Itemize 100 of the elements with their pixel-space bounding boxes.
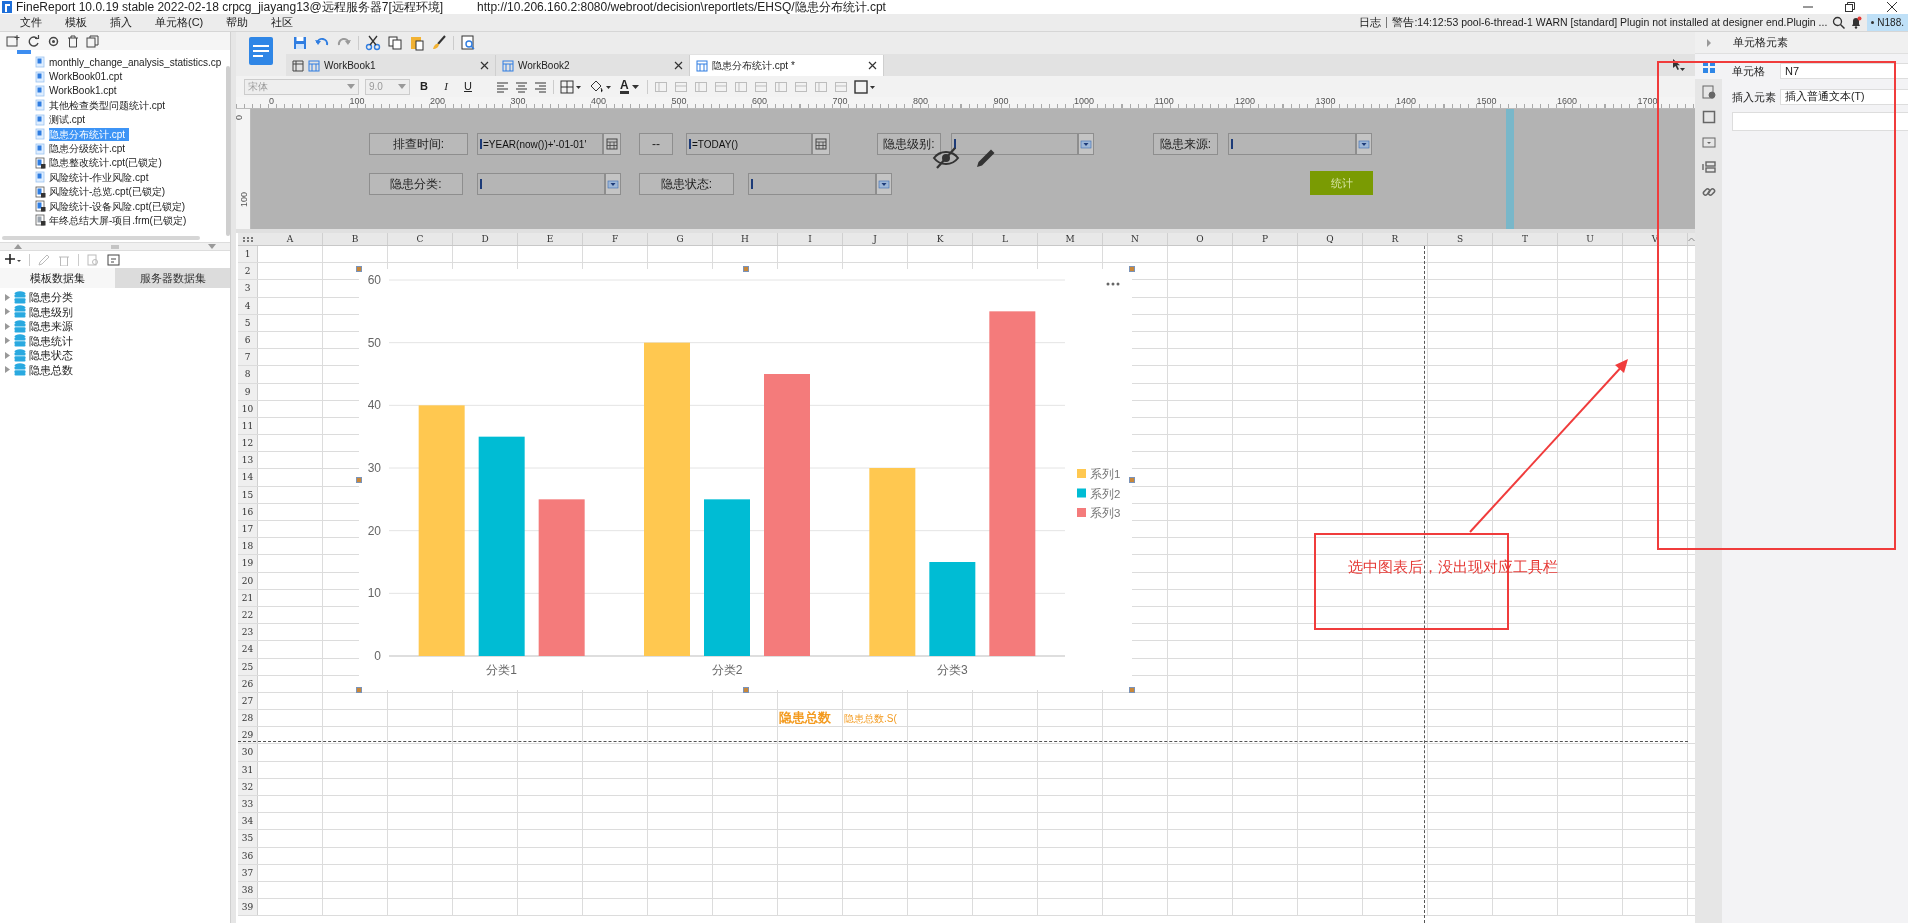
refresh-icon[interactable] — [27, 34, 40, 48]
file-tree-item[interactable]: 风险统计-作业风险.cpt — [49, 170, 153, 184]
resize-handle[interactable] — [1129, 476, 1135, 483]
dropdown-icon[interactable] — [605, 173, 621, 195]
log-link[interactable]: 日志 — [1359, 14, 1382, 31]
resize-handle[interactable] — [356, 687, 362, 693]
search-icon[interactable] — [1832, 16, 1846, 29]
dataset-item[interactable]: 隐患状态 — [29, 347, 73, 364]
dropdown-field[interactable] — [951, 133, 1078, 155]
dropdown-field[interactable] — [477, 173, 605, 195]
file-tree-item[interactable]: 隐患分级统计.cpt — [49, 142, 130, 156]
file-tree-item[interactable]: WorkBook1.cpt — [49, 84, 121, 98]
side-tab[interactable] — [1695, 54, 1722, 79]
row-number: 24 — [238, 641, 258, 658]
dropdown-icon[interactable] — [1356, 133, 1372, 155]
date-field[interactable]: =TODAY() — [686, 133, 812, 155]
text-field[interactable] — [1732, 112, 1908, 131]
dataset-item[interactable]: 隐患统计 — [29, 332, 73, 349]
resize-handle[interactable] — [356, 476, 362, 483]
font-color-button[interactable]: A — [618, 78, 641, 95]
preview-icon[interactable] — [460, 35, 476, 51]
grid-icon[interactable] — [292, 59, 304, 72]
file-tree-item[interactable]: 年终总结大屏-项目.frm(已锁定) — [49, 214, 191, 227]
close-icon[interactable] — [1886, 2, 1898, 12]
file-tree-item[interactable]: WorkBook01.cpt — [49, 70, 127, 84]
dataset-item[interactable]: 隐患级别 — [29, 303, 73, 320]
new-folder-icon[interactable] — [6, 34, 20, 48]
delete-icon[interactable] — [67, 34, 79, 48]
file-tree-item[interactable]: 隐患整改统计.cpt(已锁定) — [49, 156, 166, 170]
edit-icon[interactable] — [38, 253, 50, 266]
collapse-down-icon[interactable] — [208, 244, 216, 249]
cut-icon[interactable] — [365, 35, 381, 51]
splitter-grip-icon[interactable] — [111, 244, 119, 249]
date-field[interactable]: =YEAR(now())+'-01-01' — [477, 133, 603, 155]
file-tree-item[interactable]: monthly_change_analysis_statistics.cp — [49, 55, 226, 69]
file-tree-item[interactable]: 其他检查类型问题统计.cpt — [49, 98, 170, 112]
calendar-icon[interactable] — [812, 133, 830, 155]
close-icon[interactable] — [480, 61, 489, 70]
cell-border-icon[interactable] — [853, 79, 876, 94]
column-header: J — [843, 233, 908, 245]
collapse-up-icon[interactable] — [14, 244, 22, 249]
border-icon[interactable] — [560, 79, 582, 94]
ruler-label: 800 — [913, 97, 929, 106]
menu-item[interactable]: 帮助 — [226, 14, 249, 31]
align-right-icon[interactable] — [534, 80, 547, 93]
resize-handle[interactable] — [742, 266, 749, 272]
menu-item[interactable]: 插入 — [110, 14, 132, 31]
caret-icon — [631, 84, 639, 89]
dataset-item[interactable]: 隐患总数 — [29, 361, 73, 378]
more-icon[interactable] — [1106, 282, 1120, 286]
resize-handle[interactable] — [356, 266, 362, 272]
resize-handle[interactable] — [1129, 266, 1135, 272]
style-button[interactable]: B — [416, 78, 432, 95]
report-icon[interactable] — [502, 59, 514, 72]
resize-handle[interactable] — [1129, 687, 1135, 693]
template-icon[interactable] — [248, 36, 274, 66]
menu-item[interactable]: 文件 — [20, 14, 42, 31]
resize-handle[interactable] — [742, 687, 749, 693]
settings-icon[interactable] — [47, 34, 60, 48]
report-icon[interactable] — [696, 59, 708, 72]
file-tree-item[interactable]: 测试.cpt — [49, 113, 90, 127]
close-icon[interactable] — [868, 61, 877, 70]
dataset-item[interactable]: 隐患来源 — [29, 318, 73, 335]
fill-color-icon[interactable] — [588, 79, 612, 94]
editor-tab[interactable]: 隐患分布统计.cpt * — [690, 55, 884, 76]
insert-select[interactable]: 插入普通文本(T) — [1780, 89, 1908, 105]
menu-item[interactable]: 社区 — [271, 14, 294, 31]
align-center-icon[interactable] — [515, 80, 528, 93]
add-dropdown-icon[interactable] — [5, 253, 21, 266]
bell-icon[interactable] — [1850, 16, 1863, 29]
calendar-icon[interactable] — [603, 133, 621, 155]
file-tree-item[interactable]: 风险统计-设备风险.cpt(已锁定) — [49, 199, 190, 213]
align-left-icon[interactable] — [496, 80, 509, 93]
dropdown-icon[interactable] — [1078, 133, 1094, 155]
dropdown-field[interactable] — [1228, 133, 1356, 155]
paste-icon[interactable] — [409, 35, 425, 51]
dropdown-field[interactable] — [748, 173, 876, 195]
style-button[interactable]: U — [460, 78, 476, 95]
preview-icon[interactable] — [87, 253, 99, 266]
ruler-label: 400 — [591, 97, 607, 106]
restore-icon[interactable] — [1844, 2, 1856, 12]
brush-icon[interactable] — [431, 35, 447, 51]
column-header: N — [1103, 233, 1168, 245]
dataset-icon[interactable] — [107, 253, 120, 266]
dataset-tab[interactable]: 模板数据集 — [0, 268, 115, 288]
cursor-dropdown-icon[interactable] — [1671, 58, 1685, 72]
close-icon[interactable] — [674, 61, 683, 70]
dataset-tab[interactable]: 服务器数据集 — [115, 268, 230, 288]
user-chip[interactable]: N188. — [1867, 14, 1908, 31]
copy-icon[interactable] — [86, 34, 99, 48]
save-icon[interactable] — [292, 35, 308, 51]
menu-item[interactable]: 单元格(C) — [155, 14, 204, 31]
report-icon[interactable] — [308, 59, 320, 72]
style-button[interactable]: I — [438, 78, 454, 95]
menu-item[interactable]: 模板 — [65, 14, 87, 31]
dropdown-icon[interactable] — [876, 173, 892, 195]
cell-field[interactable]: N7 — [1780, 63, 1908, 79]
file-tree-item[interactable]: 风险统计-总览.cpt(已锁定) — [49, 185, 170, 199]
copy-icon[interactable] — [387, 35, 403, 51]
dataset-item[interactable]: 隐患分类 — [29, 289, 73, 306]
